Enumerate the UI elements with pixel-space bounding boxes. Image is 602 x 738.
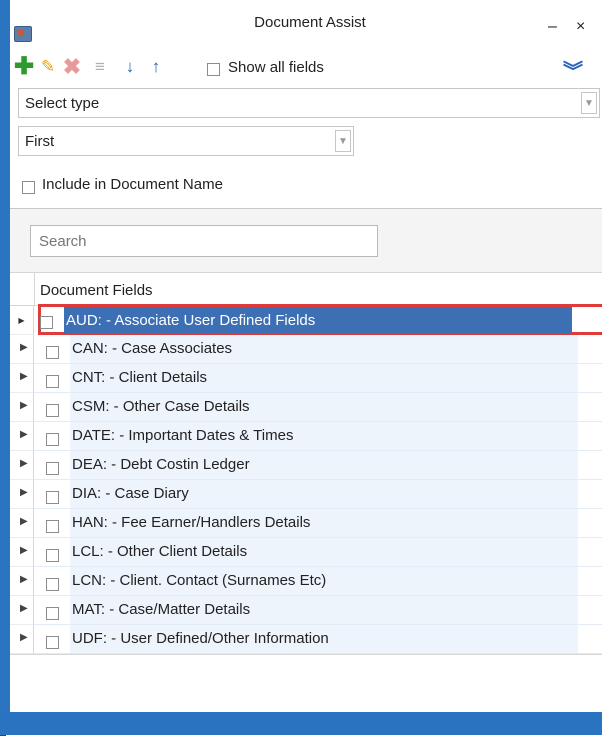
table-row[interactable]: ▶ DATE: - Important Dates & Times: [10, 422, 602, 451]
expand-arrow-icon[interactable]: ▶: [20, 342, 28, 353]
expand-arrow-icon[interactable]: ▶: [20, 516, 28, 527]
window-left-border: [0, 0, 10, 712]
document-assist-window: Document Assist – × ✚ ✎ ✖ ≡ ↓ ↑ Show all…: [0, 0, 602, 738]
expand-arrow-icon[interactable]: ▶: [20, 545, 28, 556]
table-row[interactable]: ▶ MAT: - Case/Matter Details: [10, 596, 602, 625]
search-input[interactable]: [30, 225, 378, 257]
edit-pencil-icon[interactable]: ✎: [38, 56, 58, 78]
title-bar: Document Assist – ×: [10, 0, 602, 48]
row-checkbox[interactable]: [46, 401, 59, 418]
row-checkbox[interactable]: [46, 430, 59, 447]
row-checkbox[interactable]: [46, 575, 59, 592]
expand-arrow-icon[interactable]: ▶: [20, 574, 28, 585]
expand-arrow-icon[interactable]: ▶: [20, 632, 28, 643]
grid-bottom-border: [10, 654, 602, 655]
table-row[interactable]: ▶ UDF: - User Defined/Other Information: [10, 625, 602, 654]
expand-arrow-icon[interactable]: ▶: [20, 371, 28, 382]
table-row[interactable]: ▶ LCL: - Other Client Details: [10, 538, 602, 567]
collapse-chevron-icon[interactable]: ︾: [563, 55, 583, 84]
row-checkbox[interactable]: [46, 546, 59, 563]
type-select-dropdown-icon[interactable]: ▼: [581, 92, 597, 114]
row-checkbox[interactable]: [46, 488, 59, 505]
table-row[interactable]: ▶ DEA: - Debt Costin Ledger: [10, 451, 602, 480]
row-label: CSM: - Other Case Details: [70, 393, 578, 421]
expand-arrow-icon[interactable]: ▶: [20, 429, 28, 440]
position-select[interactable]: First ▼: [18, 126, 354, 156]
row-label: UDF: - User Defined/Other Information: [70, 625, 578, 653]
row-checkbox[interactable]: [46, 633, 59, 650]
window-bottom-bar: [0, 712, 602, 735]
row-label: LCL: - Other Client Details: [70, 538, 578, 566]
row-label: CAN: - Case Associates: [70, 335, 578, 363]
app-icon: [14, 26, 32, 42]
row-label: DIA: - Case Diary: [70, 480, 578, 508]
expand-arrow-icon[interactable]: ▶: [20, 458, 28, 469]
window-title: Document Assist: [254, 14, 366, 31]
row-checkbox[interactable]: [46, 343, 59, 360]
row-checkbox[interactable]: [46, 372, 59, 389]
expand-arrow-icon[interactable]: ▶: [20, 400, 28, 411]
row-label: AUD: - Associate User Defined Fields: [64, 307, 572, 334]
include-in-name-label: Include in Document Name: [42, 176, 223, 193]
move-down-icon[interactable]: ↓: [120, 56, 140, 78]
position-select-value: First: [25, 133, 55, 150]
expand-arrow-icon[interactable]: ▶: [20, 603, 28, 614]
table-row[interactable]: ▶ DIA: - Case Diary: [10, 480, 602, 509]
row-checkbox[interactable]: [46, 604, 59, 621]
row-label: MAT: - Case/Matter Details: [70, 596, 578, 624]
table-row[interactable]: ▶ LCN: - Client. Contact (Surnames Etc): [10, 567, 602, 596]
row-indicator-icon: ▶: [10, 306, 34, 335]
table-row[interactable]: ▶ HAN: - Fee Earner/Handlers Details: [10, 509, 602, 538]
row-checkbox[interactable]: [46, 517, 59, 534]
document-assist-panel: Document Assist – × ✚ ✎ ✖ ≡ ↓ ↑ Show all…: [10, 0, 602, 712]
table-row[interactable]: ▶ CSM: - Other Case Details: [10, 393, 602, 422]
row-checkbox[interactable]: [40, 313, 53, 330]
row-label: HAN: - Fee Earner/Handlers Details: [70, 509, 578, 537]
table-row[interactable]: ▶ CNT: - Client Details: [10, 364, 602, 393]
row-label: CNT: - Client Details: [70, 364, 578, 392]
row-label: LCN: - Client. Contact (Surnames Etc): [70, 567, 578, 595]
type-select[interactable]: Select type ▼: [18, 88, 600, 118]
position-select-dropdown-icon[interactable]: ▼: [335, 130, 351, 152]
expand-arrow-icon[interactable]: ▶: [20, 487, 28, 498]
grid-header: Document Fields: [10, 272, 602, 306]
move-up-icon[interactable]: ↑: [146, 56, 166, 78]
bottom-edge-line: [0, 735, 6, 736]
add-icon[interactable]: ✚: [14, 55, 34, 79]
list-icon[interactable]: ≡: [90, 56, 110, 78]
column-header-document-fields[interactable]: Document Fields: [40, 282, 153, 299]
table-row[interactable]: ▶ CAN: - Case Associates: [10, 335, 602, 364]
close-button[interactable]: ×: [576, 18, 585, 36]
minimize-button[interactable]: –: [548, 18, 557, 36]
row-checkbox[interactable]: [46, 459, 59, 476]
delete-icon[interactable]: ✖: [62, 56, 82, 78]
type-select-value: Select type: [25, 95, 100, 112]
search-area: [10, 209, 602, 272]
row-label: DEA: - Debt Costin Ledger: [70, 451, 578, 479]
table-row[interactable]: ▶ AUD: - Associate User Defined Fields: [10, 304, 602, 335]
include-in-name-checkbox[interactable]: [22, 178, 35, 195]
show-all-label: Show all fields: [228, 59, 324, 76]
show-all-checkbox[interactable]: [207, 60, 220, 77]
row-label: DATE: - Important Dates & Times: [70, 422, 578, 450]
header-indicator-cell: [10, 273, 35, 306]
document-fields-grid: Document Fields ▶ AUD: - Associate User …: [10, 272, 602, 712]
